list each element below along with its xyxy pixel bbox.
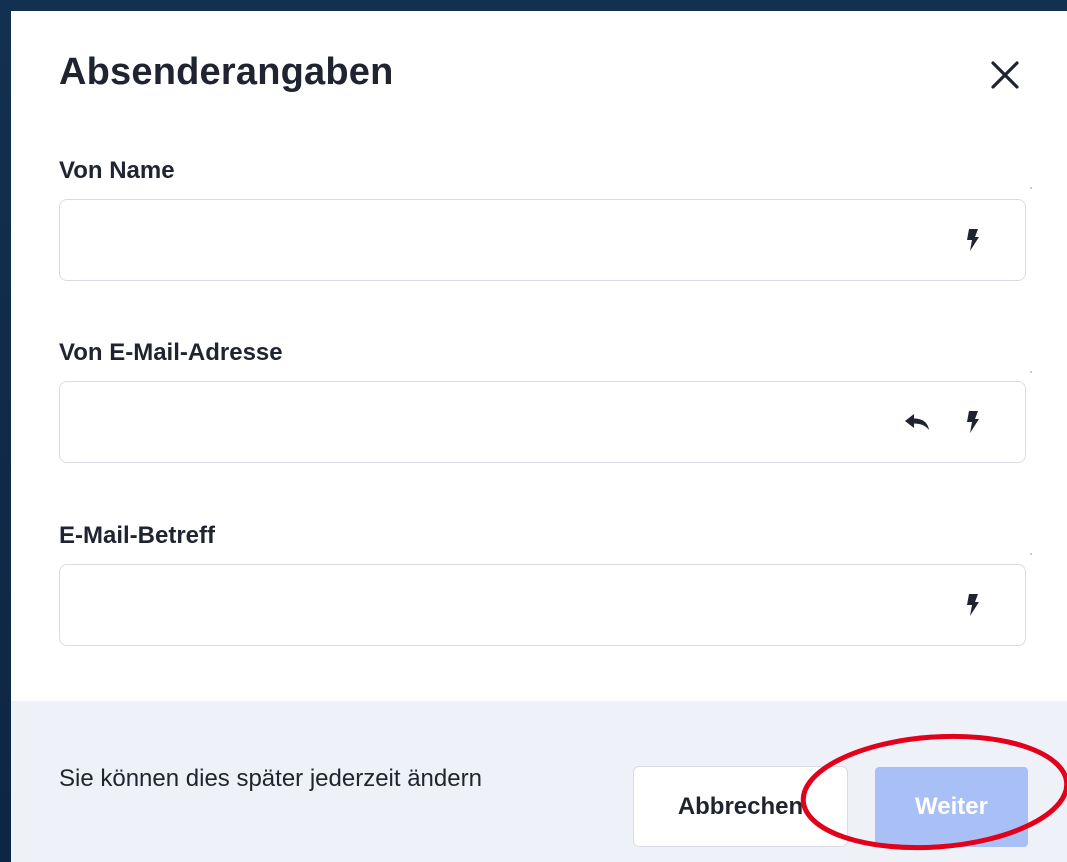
email-subject-input[interactable] — [78, 565, 882, 647]
dialog-title: Absenderangaben — [59, 51, 394, 93]
cancel-button[interactable]: Abbrechen — [633, 766, 848, 847]
email-subject-label: E-Mail-Betreff — [59, 522, 216, 549]
from-email-input[interactable] — [78, 382, 882, 464]
from-name-field[interactable] — [59, 199, 1026, 282]
lightning-icon — [967, 411, 979, 433]
personalize-button[interactable] — [959, 591, 987, 619]
personalize-button[interactable] — [959, 408, 987, 436]
dialog-footer: Sie können dies später jederzeit ändern … — [11, 701, 1067, 862]
from-name-input[interactable] — [78, 200, 882, 282]
lightning-icon — [967, 594, 979, 616]
personalize-button[interactable] — [959, 226, 987, 254]
from-email-label: Von E-Mail-Adresse — [59, 339, 283, 366]
edge-mark — [1030, 187, 1032, 189]
close-icon — [991, 61, 1019, 89]
reply-icon — [905, 414, 929, 430]
close-button[interactable] — [985, 55, 1025, 95]
lightning-icon — [967, 229, 979, 251]
from-name-label: Von Name — [59, 157, 175, 184]
footer-note: Sie können dies später jederzeit ändern — [59, 765, 482, 792]
next-button[interactable]: Weiter — [875, 767, 1028, 847]
email-subject-field[interactable] — [59, 564, 1026, 647]
dialog-body: Absenderangaben Von Name Von E-Mail-Adre… — [11, 11, 1067, 701]
reply-to-button[interactable] — [903, 408, 931, 436]
edge-mark — [1030, 553, 1032, 555]
edge-mark — [1030, 371, 1032, 373]
sender-details-dialog: Absenderangaben Von Name Von E-Mail-Adre… — [11, 11, 1067, 862]
from-email-field[interactable] — [59, 381, 1026, 464]
